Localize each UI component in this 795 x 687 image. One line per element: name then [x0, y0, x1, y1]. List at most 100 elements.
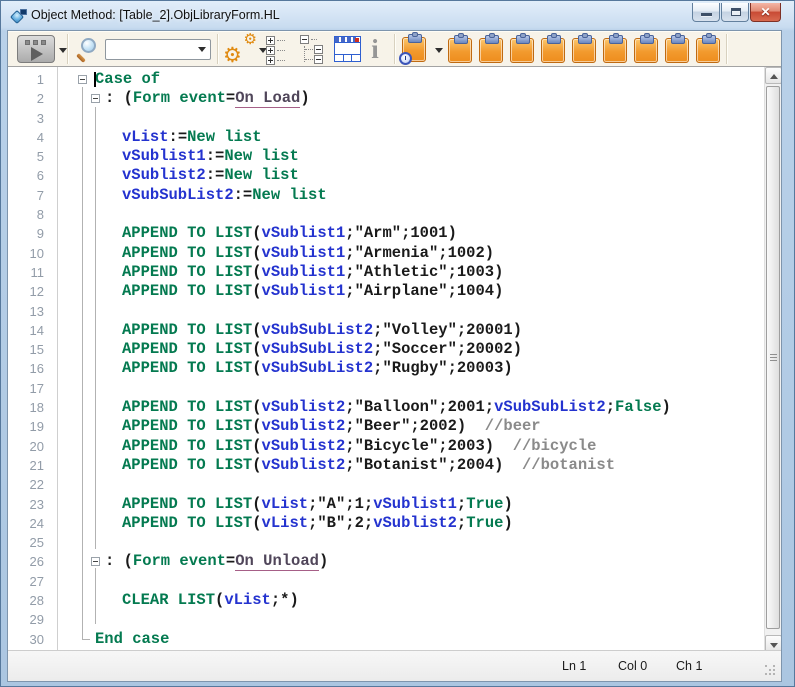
code-line[interactable]: 17	[8, 379, 764, 398]
line-number: 22	[8, 475, 44, 494]
maximize-button[interactable]	[721, 3, 749, 22]
macros-gears-icon[interactable]: ⚙⚙	[223, 33, 257, 65]
token-var: vList	[262, 514, 309, 532]
token-pl: :=	[206, 147, 225, 165]
code-line[interactable]: 28CLEAR LIST(vList;*)	[8, 591, 764, 610]
line-number: 6	[8, 166, 44, 185]
token-kw: New list	[224, 166, 298, 184]
fold-toggle[interactable]	[91, 557, 100, 566]
code-line[interactable]: 25	[8, 533, 764, 552]
clipboard-1-icon[interactable]	[448, 38, 472, 63]
token-pl: (	[252, 417, 261, 435]
code-lines: 1Case of2: (Form event=On Load)34vList:=…	[8, 67, 764, 649]
minimize-button[interactable]	[692, 3, 720, 22]
token-pl: ;"A";1;	[308, 495, 373, 513]
vertical-scrollbar[interactable]	[764, 67, 781, 652]
method-editor-form-icon[interactable]	[334, 36, 361, 62]
scroll-up-button[interactable]	[765, 67, 781, 84]
code-line[interactable]: 19APPEND TO LIST(vSublist2;"Beer";2002) …	[8, 417, 764, 436]
close-button[interactable]: ✕	[750, 3, 781, 22]
toolbar: ⚙⚙ i	[8, 31, 781, 67]
code-line[interactable]: 3	[8, 109, 764, 128]
code-line[interactable]: 12APPEND TO LIST(vSublist1;"Airplane";10…	[8, 282, 764, 301]
info-button[interactable]: i	[366, 34, 384, 64]
search-dropdown-arrow[interactable]	[198, 47, 206, 56]
run-method-button[interactable]	[17, 35, 55, 63]
token-pl: =	[226, 89, 235, 107]
code-line[interactable]: 13	[8, 302, 764, 321]
code-line[interactable]: 11APPEND TO LIST(vSublist1;"Athletic";10…	[8, 263, 764, 282]
token-var: vSubSubList2	[262, 340, 374, 358]
token-pl: : (	[105, 89, 133, 107]
token-pl: ;"Arm";1001)	[345, 224, 457, 242]
expand-all-button[interactable]	[266, 35, 290, 64]
code-line[interactable]: 1Case of	[8, 70, 764, 89]
clipboard-2-icon[interactable]	[479, 38, 503, 63]
code-line[interactable]: 15APPEND TO LIST(vSubSubList2;"Soccer";2…	[8, 340, 764, 359]
token-var: vSubSubList2	[262, 359, 374, 377]
code-line[interactable]: 24APPEND TO LIST(vList;"B";2;vSublist2;T…	[8, 514, 764, 533]
fold-toggle[interactable]	[91, 94, 100, 103]
search-input[interactable]	[105, 39, 211, 60]
title-bar[interactable]: Object Method: [Table_2].ObjLibraryForm.…	[1, 1, 794, 30]
token-kw: New list	[224, 147, 298, 165]
clipboard-7-icon[interactable]	[634, 38, 658, 63]
token-var: vSublist1	[373, 495, 457, 513]
token-pl: (	[252, 359, 261, 377]
clipboard-5-icon[interactable]	[572, 38, 596, 63]
token-kw: True	[466, 495, 503, 513]
run-dropdown-arrow[interactable]	[59, 48, 67, 57]
token-kw: CLEAR LIST	[122, 591, 215, 609]
code-line[interactable]: 6vSublist2:=New list	[8, 166, 764, 185]
token-kw: APPEND TO LIST	[122, 398, 252, 416]
code-line[interactable]: 7vSubSubList2:=New list	[8, 186, 764, 205]
clipboard-3-icon[interactable]	[510, 38, 534, 63]
token-ct: On Load	[235, 89, 300, 108]
line-number: 3	[8, 109, 44, 128]
code-line[interactable]: 22	[8, 475, 764, 494]
code-line[interactable]: 2: (Form event=On Load)	[8, 89, 764, 108]
clipboard-history-button[interactable]	[402, 37, 426, 62]
clipboard-dropdown-arrow[interactable]	[435, 48, 443, 57]
token-var: vList	[224, 591, 271, 609]
token-kw: APPEND TO LIST	[122, 321, 252, 339]
code-line[interactable]: 30End case	[8, 630, 764, 649]
clipboard-8-icon[interactable]	[665, 38, 689, 63]
code-line[interactable]: 5vSublist1:=New list	[8, 147, 764, 166]
code-line[interactable]: 10APPEND TO LIST(vSublist1;"Armenia";100…	[8, 244, 764, 263]
status-column: Col 0	[618, 659, 647, 673]
token-kw: New list	[252, 186, 326, 204]
collapse-all-button[interactable]	[300, 35, 330, 64]
code-line[interactable]: 9APPEND TO LIST(vSublist1;"Arm";1001)	[8, 224, 764, 243]
token-var: vSublist1	[262, 224, 346, 242]
clipboard-6-icon[interactable]	[603, 38, 627, 63]
clipboard-4-icon[interactable]	[541, 38, 565, 63]
token-kw: APPEND TO LIST	[122, 417, 252, 435]
code-line[interactable]: 27	[8, 572, 764, 591]
code-line[interactable]: 14APPEND TO LIST(vSubSubList2;"Volley";2…	[8, 321, 764, 340]
resize-grip[interactable]	[765, 665, 767, 667]
scrollbar-thumb[interactable]	[766, 86, 780, 629]
token-pl: (	[252, 340, 261, 358]
code-editor[interactable]: 1Case of2: (Form event=On Load)34vList:=…	[8, 67, 781, 652]
code-line[interactable]: 18APPEND TO LIST(vSublist2;"Balloon";200…	[8, 398, 764, 417]
token-pl: ;"Volley";20001)	[373, 321, 522, 339]
code-line[interactable]: 23APPEND TO LIST(vList;"A";1;vSublist1;T…	[8, 495, 764, 514]
line-number: 9	[8, 224, 44, 243]
clipboard-9-icon[interactable]	[696, 38, 720, 63]
code-line[interactable]: 16APPEND TO LIST(vSubSubList2;"Rugby";20…	[8, 359, 764, 378]
text-caret	[94, 72, 96, 87]
fold-toggle[interactable]	[78, 75, 87, 84]
code-line[interactable]: 4vList:=New list	[8, 128, 764, 147]
close-icon: ✕	[751, 5, 780, 19]
token-pl: ;"Bicycle";2003)	[345, 437, 494, 455]
code-line[interactable]: 21APPEND TO LIST(vSublist2;"Botanist";20…	[8, 456, 764, 475]
code-line[interactable]: 20APPEND TO LIST(vSublist2;"Bicycle";200…	[8, 437, 764, 456]
line-number: 16	[8, 359, 44, 378]
status-bar: Ln 1 Col 0 Ch 1	[8, 650, 781, 681]
code-line[interactable]: 26: (Form event=On Unload)	[8, 552, 764, 571]
code-line[interactable]: 29	[8, 610, 764, 629]
line-number: 23	[8, 495, 44, 514]
line-number: 29	[8, 610, 44, 629]
code-line[interactable]: 8	[8, 205, 764, 224]
